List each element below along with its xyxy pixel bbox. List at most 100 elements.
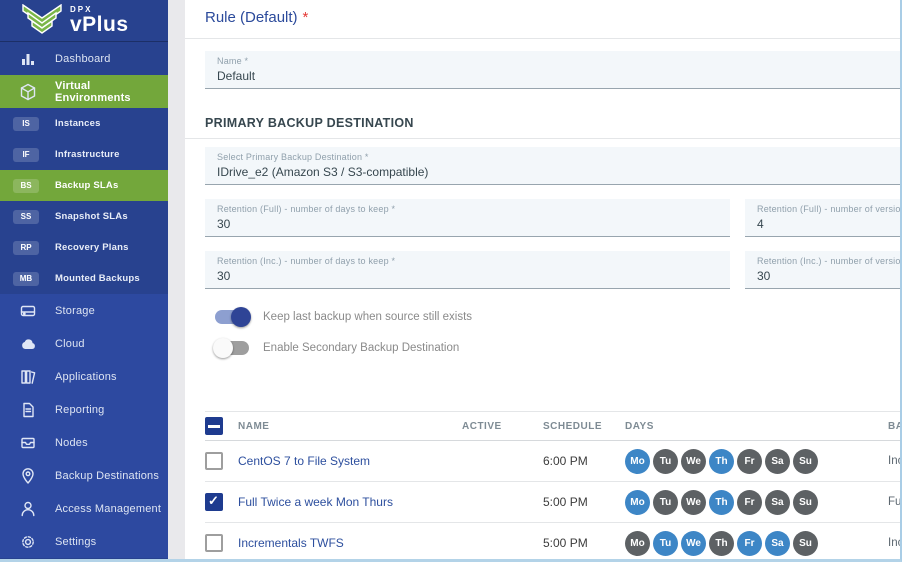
vplus-chevrons-icon [22,4,62,38]
day-chip-sa[interactable]: Sa [765,531,790,556]
infrastructure-badge: IF [13,148,39,162]
enable-secondary-backup-destination-toggle[interactable] [215,341,249,355]
title-divider [185,38,900,39]
row-checkbox[interactable] [205,534,223,552]
day-chip-tu[interactable]: Tu [653,490,678,515]
sidebar-item-label: Mounted Backups [55,273,140,284]
nodes-icon [18,433,38,453]
sidebar-item-dashboard[interactable]: Dashboard [0,42,168,75]
retention-inc-row: Retention (Inc.) - number of days to kee… [205,251,900,289]
content-gutter [168,0,185,559]
day-chip-we[interactable]: We [681,449,706,474]
day-chip-we[interactable]: We [681,531,706,556]
sidebar-item-snapshot-slas[interactable]: SS Snapshot SLAs [0,201,168,232]
report-icon [18,400,38,420]
retention-inc-days-field[interactable]: Retention (Inc.) - number of days to kee… [205,251,730,289]
pin-icon [18,466,38,486]
day-chip-fr[interactable]: Fr [737,490,762,515]
column-header-days: DAYS [625,421,888,432]
retention-full-days-field[interactable]: Retention (Full) - number of days to kee… [205,199,730,237]
snapshot-slas-badge: SS [13,210,39,224]
sidebar-item-mounted-backups[interactable]: MBMounted Backups [0,263,168,294]
sidebar-item-label: Applications [55,371,117,383]
schedule-name-link[interactable]: Full Twice a week Mon Thurs [238,495,462,509]
app-window: DPX vPlus DashboardVirtual EnvironmentsI… [0,0,902,562]
day-chip-th[interactable]: Th [709,449,734,474]
day-chip-mo[interactable]: Mo [625,490,650,515]
day-chip-su[interactable]: Su [793,449,818,474]
sidebar-item-applications[interactable]: Applications [0,360,168,393]
retention-full-versions-label: Retention (Full) - number of versions to… [757,204,900,214]
sidebar-item-label: Reporting [55,404,105,416]
day-chip-tu[interactable]: Tu [653,531,678,556]
section-divider [185,138,900,139]
sidebar-items: DashboardVirtual EnvironmentsISInstances… [0,42,168,558]
day-chip-su[interactable]: Su [793,490,818,515]
sidebar-item-settings[interactable]: Settings [0,525,168,558]
sidebar-item-label: Access Management [55,503,161,515]
backup-type-cell: Incremental [888,455,900,467]
retention-full-days-label: Retention (Full) - number of days to kee… [217,204,730,214]
day-chip-tu[interactable]: Tu [653,449,678,474]
sidebar-item-nodes[interactable]: Nodes [0,426,168,459]
row-checkbox[interactable] [205,452,223,470]
retention-full-versions-field[interactable]: Retention (Full) - number of versions to… [745,199,900,237]
day-chip-fr[interactable]: Fr [737,449,762,474]
name-field-value: Default [217,69,900,83]
day-chip-su[interactable]: Su [793,531,818,556]
brand-logo[interactable]: DPX vPlus [0,0,168,42]
sidebar-item-storage[interactable]: Storage [0,294,168,327]
day-chip-th[interactable]: Th [709,490,734,515]
sidebar-item-infrastructure[interactable]: IFInfrastructure [0,139,168,170]
toggle-label: Enable Secondary Backup Destination [263,342,459,354]
column-header-backup-type: BACKUP TYPE [888,421,900,432]
sidebar-item-label: Nodes [55,437,88,449]
toggle-group: Keep last backup when source still exist… [205,307,900,358]
schedule-name-link[interactable]: CentOS 7 to File System [238,454,462,468]
retention-inc-versions-field[interactable]: Retention (Inc.) - number of versions to… [745,251,900,289]
name-field[interactable]: Name * Default [205,51,900,89]
days-chips: MoTuWeThFrSaSu [625,490,888,515]
sidebar-item-reporting[interactable]: Reporting [0,393,168,426]
day-chip-we[interactable]: We [681,490,706,515]
sidebar-item-label: Cloud [55,338,85,350]
destination-label: Select Primary Backup Destination * [217,152,900,162]
sidebar-item-cloud[interactable]: Cloud [0,327,168,360]
select-all-checkbox[interactable] [205,417,223,435]
page-title-text: Rule (Default) [205,9,298,26]
day-chip-sa[interactable]: Sa [765,449,790,474]
toggle-knob [213,338,233,358]
destination-value: IDrive_e2 (Amazon S3 / S3-compatible) [217,165,900,179]
backup-type-cell: Incremental [888,537,900,549]
keep-last-backup-when-source-still-exists-toggle[interactable] [215,310,249,324]
day-chip-fr[interactable]: Fr [737,531,762,556]
sidebar-item-virtual-environments[interactable]: Virtual Environments [0,75,168,108]
row-checkbox[interactable] [205,493,223,511]
sidebar-item-instances[interactable]: ISInstances [0,108,168,139]
sidebar-item-label: Snapshot SLAs [55,211,128,222]
schedule-name-link[interactable]: Incrementals TWFS [238,536,462,550]
gear-icon [18,532,38,552]
primary-destination-select[interactable]: Select Primary Backup Destination * IDri… [205,147,900,185]
sidebar-item-label: Backup Destinations [55,470,159,482]
day-chip-th[interactable]: Th [709,531,734,556]
user-icon [18,499,38,519]
page-title: Rule (Default)* [205,0,900,38]
sidebar-item-backup-slas[interactable]: BSBackup SLAs [0,170,168,201]
retention-inc-versions-label: Retention (Inc.) - number of versions to… [757,256,900,266]
sidebar-item-label: Settings [55,536,96,548]
retention-inc-days-value: 30 [217,269,730,283]
day-chip-sa[interactable]: Sa [765,490,790,515]
table-row-incrementals-twfs: Incrementals TWFS5:00 PMMoTuWeThFrSaSuIn… [205,523,900,559]
schedules-table: NAME ACTIVE SCHEDULE DAYS BACKUP TYPE Ce… [205,411,900,559]
sidebar-item-label: Instances [55,118,101,129]
sidebar-item-access-management[interactable]: Access Management [0,492,168,525]
sidebar-item-recovery-plans[interactable]: RPRecovery Plans [0,232,168,263]
toggle-row-enable-secondary-backup-destination: Enable Secondary Backup Destination [215,338,900,358]
day-chip-mo[interactable]: Mo [625,531,650,556]
table-row-centos-7-to-file-system: CentOS 7 to File System6:00 PMMoTuWeThFr… [205,441,900,482]
dashboard-icon [18,49,38,69]
sidebar-item-backup-destinations[interactable]: Backup Destinations [0,459,168,492]
cube-icon [18,82,38,102]
day-chip-mo[interactable]: Mo [625,449,650,474]
